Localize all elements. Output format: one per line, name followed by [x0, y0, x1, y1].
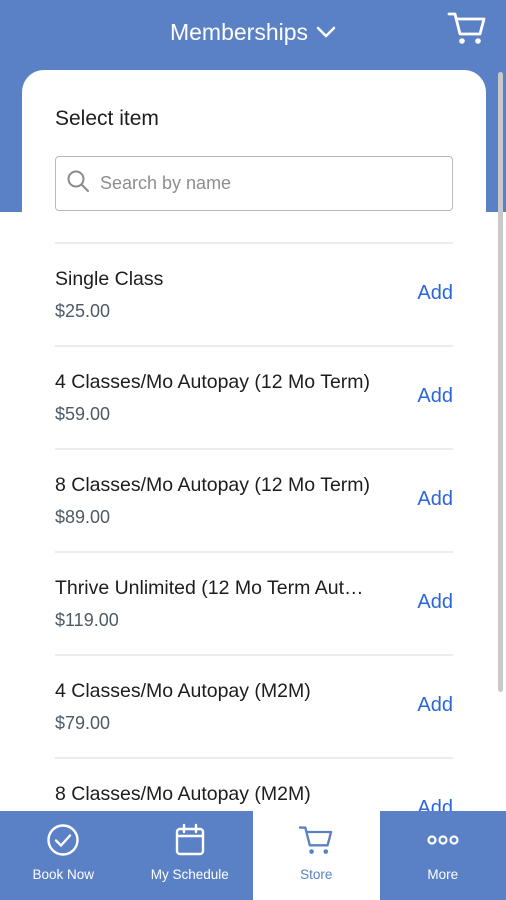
calendar-icon — [174, 821, 206, 859]
item-price: $119.00 — [55, 610, 119, 630]
item-list: Single Class $25.00 Add 4 Classes/Mo Aut… — [55, 242, 453, 862]
scrollbar[interactable] — [498, 72, 503, 692]
add-button[interactable]: Add — [417, 385, 453, 408]
add-button[interactable]: Add — [417, 488, 453, 511]
item-name: 8 Classes/Mo Autopay (M2M) — [55, 783, 311, 805]
list-item: 4 Classes/Mo Autopay (12 Mo Term) $59.00… — [55, 347, 453, 450]
search-box[interactable] — [55, 156, 453, 211]
search-input[interactable] — [100, 173, 420, 194]
select-item-card: Select item Single Class $25.00 Add 4 Cl… — [22, 70, 486, 900]
bottom-nav: Book Now My Schedule Store More — [0, 811, 506, 900]
nav-label: My Schedule — [150, 867, 229, 882]
item-price: $79.00 — [55, 713, 111, 733]
item-name: 4 Classes/Mo Autopay (12 Mo Term) — [55, 371, 371, 393]
item-name: 8 Classes/Mo Autopay (12 Mo Term) — [55, 474, 371, 496]
item-price: $59.00 — [55, 404, 111, 424]
nav-label: Store — [300, 867, 333, 882]
nav-label: More — [427, 867, 459, 882]
nav-label: Book Now — [32, 867, 95, 882]
cart-icon — [447, 10, 487, 51]
search-icon — [66, 169, 90, 198]
add-button[interactable]: Add — [417, 694, 453, 717]
nav-store[interactable]: Store — [253, 811, 380, 900]
header-title: Memberships — [169, 18, 309, 45]
item-price: $89.00 — [55, 507, 111, 527]
list-item: Single Class $25.00 Add — [55, 244, 453, 347]
nav-my-schedule[interactable]: My Schedule — [127, 811, 254, 900]
nav-more[interactable]: More — [380, 811, 506, 900]
list-item: Thrive Unlimited (12 Mo Term Aut… $119.0… — [55, 553, 453, 656]
item-price: $25.00 — [55, 301, 111, 321]
cart-button[interactable] — [446, 10, 488, 50]
more-dots-icon — [426, 821, 460, 859]
add-button[interactable]: Add — [417, 591, 453, 614]
chevron-down-icon — [316, 25, 336, 39]
check-circle-icon — [46, 821, 80, 859]
cart-icon — [298, 821, 334, 859]
add-button[interactable]: Add — [417, 282, 453, 305]
list-item: 4 Classes/Mo Autopay (M2M) $79.00 Add — [55, 656, 453, 759]
nav-book-now[interactable]: Book Now — [0, 811, 127, 900]
item-name: 4 Classes/Mo Autopay (M2M) — [55, 680, 311, 702]
list-item: 8 Classes/Mo Autopay (12 Mo Term) $89.00… — [55, 450, 453, 553]
item-name: Single Class — [55, 268, 164, 290]
membership-selector[interactable]: Memberships — [0, 12, 506, 52]
item-name: Thrive Unlimited (12 Mo Term Aut… — [55, 577, 364, 599]
app-screen: Memberships Select item Single Class $25… — [0, 0, 506, 900]
card-title: Select item — [55, 107, 159, 130]
